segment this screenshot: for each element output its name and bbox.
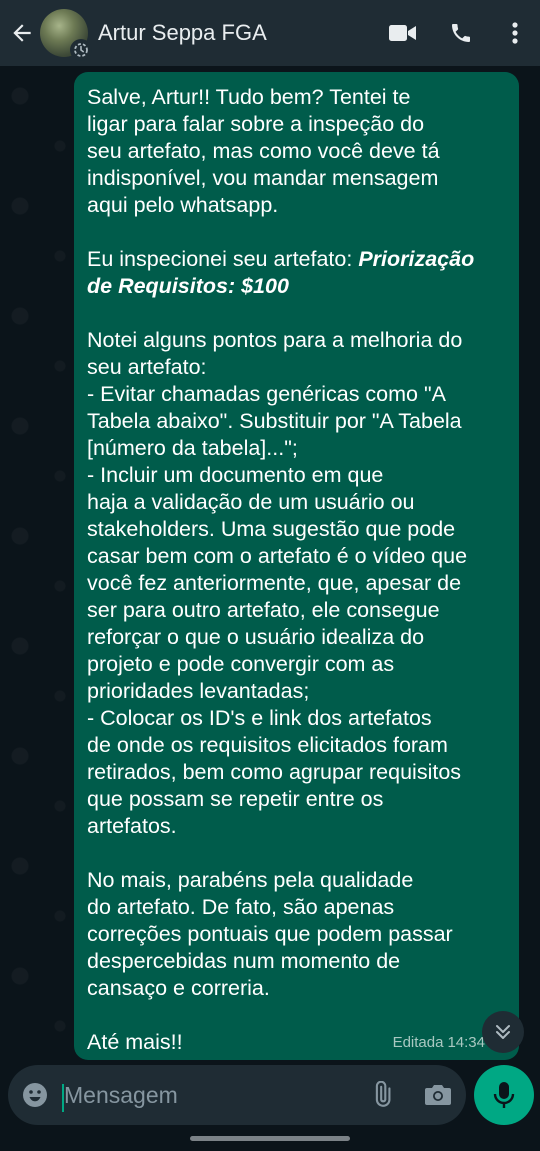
home-indicator[interactable] [190, 1136, 350, 1141]
scroll-to-bottom-button[interactable] [482, 1011, 524, 1053]
emoji-icon [23, 1083, 47, 1107]
message-points: Notei alguns pontos para a melhoria do s… [87, 328, 468, 838]
video-call-button[interactable] [374, 0, 432, 66]
microphone-icon [493, 1082, 515, 1108]
camera-icon [425, 1085, 451, 1105]
chat-header: Artur Seppa FGA [0, 0, 540, 66]
video-camera-icon [389, 25, 416, 41]
voice-message-button[interactable] [474, 1065, 534, 1125]
camera-button[interactable] [410, 1065, 466, 1125]
emoji-button[interactable] [8, 1065, 62, 1125]
chat-area[interactable]: Salve, Artur!! Tudo bem? Tentei te ligar… [0, 66, 540, 1063]
text-caret [62, 1083, 64, 1112]
voice-call-button[interactable] [432, 0, 490, 66]
message-field[interactable]: Mensagem [8, 1065, 466, 1125]
more-vertical-icon [512, 22, 518, 44]
arrow-left-icon [13, 24, 31, 42]
back-button[interactable] [4, 0, 40, 66]
status-ring-icon [70, 39, 92, 61]
message-intro: Salve, Artur!! Tudo bem? Tentei te ligar… [87, 85, 440, 217]
more-options-button[interactable] [490, 0, 540, 66]
message-input[interactable]: Mensagem [62, 1082, 354, 1112]
message-time: 14:34 [447, 1034, 485, 1051]
avatar[interactable] [40, 9, 92, 61]
message-bubble[interactable]: Salve, Artur!! Tudo bem? Tentei te ligar… [74, 72, 519, 1060]
attach-button[interactable] [354, 1065, 410, 1125]
phone-icon [452, 24, 470, 42]
contact-name[interactable]: Artur Seppa FGA [98, 20, 374, 46]
artifact-title: Priorização [358, 247, 475, 271]
double-chevron-down-icon [496, 1025, 510, 1039]
message-closing: No mais, parabéns pela qualidade do arte… [87, 868, 453, 1000]
edited-label: Editada [392, 1034, 444, 1051]
paperclip-icon [375, 1081, 391, 1107]
message-inspected: Eu inspecionei seu artefato: Priorização… [87, 247, 475, 298]
artifact-title-cont: de Requisitos: $100 [87, 274, 289, 298]
